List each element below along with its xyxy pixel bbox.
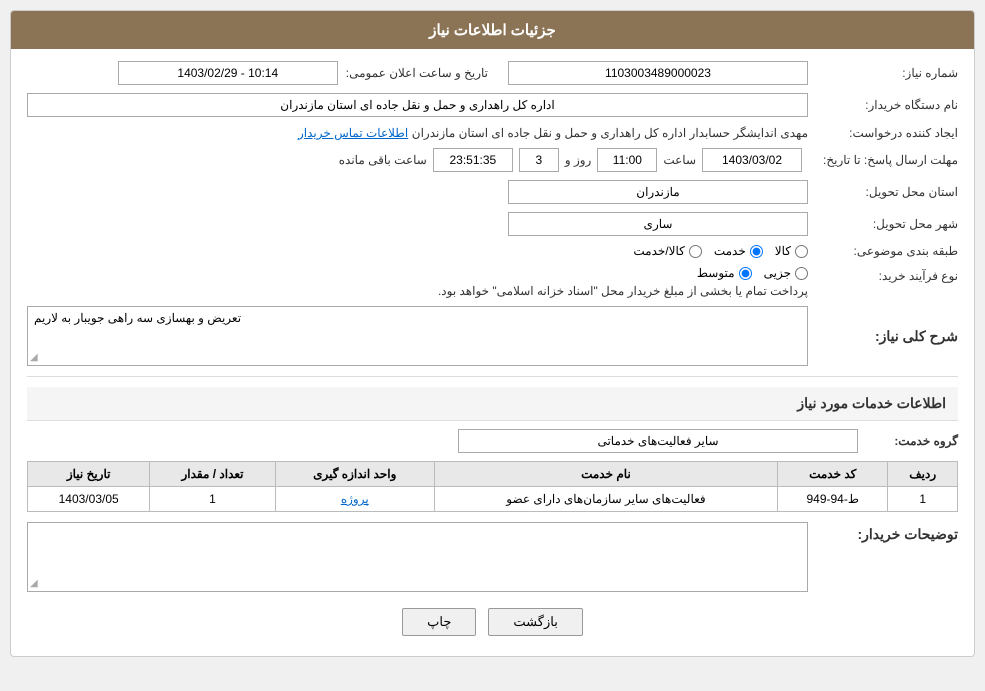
deadline-row: مهلت ارسال پاسخ: تا تاریخ: 1403/03/02 سا… — [27, 148, 958, 172]
card-body: شماره نیاز: 1103003489000023 تاریخ و ساع… — [11, 49, 974, 656]
card-header: جزئیات اطلاعات نیاز — [11, 11, 974, 49]
process-radio-motavasset[interactable]: متوسط — [697, 266, 752, 280]
deadline-days-label: روز و — [565, 153, 592, 167]
deadline-date: 1403/03/02 — [702, 148, 802, 172]
group-service-label: گروه خدمت: — [858, 434, 958, 448]
resize-handle-desc: ◢ — [30, 352, 38, 363]
col-qty: تعداد / مقدار — [150, 462, 275, 487]
cell-unit[interactable]: پروژه — [275, 487, 434, 512]
need-number-value: 1103003489000023 — [508, 61, 808, 85]
city-value: ساری — [508, 212, 808, 236]
need-desc-label: شرح کلی نیاز: — [808, 328, 958, 345]
services-divider — [27, 376, 958, 377]
page-title: جزئیات اطلاعات نیاز — [429, 22, 556, 39]
category-radio-kala-khedmat-input[interactable] — [689, 245, 702, 258]
table-row: 1 ط-94-949 فعالیت‌های سایر سازمان‌های دا… — [28, 487, 958, 512]
category-radio-group: کالا خدمت کالا/خدمت — [633, 244, 808, 258]
city-row: شهر محل تحویل: ساری — [27, 212, 958, 236]
page-wrapper: جزئیات اطلاعات نیاز شماره نیاز: 11030034… — [0, 0, 985, 691]
process-label: نوع فرآیند خرید: — [808, 266, 958, 283]
col-unit: واحد اندازه گیری — [275, 462, 434, 487]
main-card: جزئیات اطلاعات نیاز شماره نیاز: 11030034… — [10, 10, 975, 657]
process-note: پرداخت تمام یا بخشی از مبلغ خریدار محل "… — [27, 284, 808, 298]
process-content: جزیی متوسط پرداخت تمام یا بخشی از مبلغ خ… — [27, 266, 808, 298]
table-header: ردیف کد خدمت نام خدمت واحد اندازه گیری ت… — [28, 462, 958, 487]
category-radio-khedmat-input[interactable] — [750, 245, 763, 258]
city-label: شهر محل تحویل: — [808, 217, 958, 231]
deadline-label: مهلت ارسال پاسخ: تا تاریخ: — [808, 153, 958, 167]
process-radio-group: جزیی متوسط — [27, 266, 808, 280]
process-motavasset-label: متوسط — [697, 266, 735, 280]
col-date: تاریخ نیاز — [28, 462, 150, 487]
cell-code: ط-94-949 — [778, 487, 888, 512]
need-desc-box: تعریض و بهسازی سه راهی جویبار به لاریم ◢ — [27, 306, 808, 366]
buyer-org-label: نام دستگاه خریدار: — [808, 98, 958, 112]
resize-handle-notes: ◢ — [30, 578, 38, 589]
need-number-label: شماره نیاز: — [808, 66, 958, 80]
col-name: نام خدمت — [434, 462, 777, 487]
deadline-time: 11:00 — [597, 148, 657, 172]
process-jozi-label: جزیی — [764, 266, 791, 280]
category-radio-khedmat[interactable]: خدمت — [714, 244, 763, 258]
services-section-title: اطلاعات خدمات مورد نیاز — [27, 387, 958, 421]
group-service-row: گروه خدمت: سایر فعالیت‌های خدماتی — [27, 429, 958, 453]
cell-qty: 1 — [150, 487, 275, 512]
col-row: ردیف — [888, 462, 958, 487]
back-button[interactable]: بازگشت — [488, 608, 582, 636]
buyer-org-value: اداره کل راهداری و حمل و نقل جاده ای است… — [27, 93, 808, 117]
category-label: طبقه بندی موضوعی: — [808, 244, 958, 258]
category-radio-kala-khedmat[interactable]: کالا/خدمت — [633, 244, 701, 258]
category-radio-kala[interactable]: کالا — [775, 244, 808, 258]
category-kala-khedmat-label: کالا/خدمت — [633, 244, 684, 258]
category-kala-label: کالا — [775, 244, 791, 258]
cell-row: 1 — [888, 487, 958, 512]
need-number-row: شماره نیاز: 1103003489000023 تاریخ و ساع… — [27, 61, 958, 85]
category-row: طبقه بندی موضوعی: کالا خدمت کالا/خدمت — [27, 244, 958, 258]
creator-name: مهدی اندایشگر حسابدار اداره کل راهداری و… — [412, 126, 808, 140]
deadline-remaining-label: ساعت باقی مانده — [339, 153, 427, 167]
process-radio-jozi-input[interactable] — [795, 267, 808, 280]
process-row: نوع فرآیند خرید: جزیی متوسط پرداخت تمام … — [27, 266, 958, 298]
services-table: ردیف کد خدمت نام خدمت واحد اندازه گیری ت… — [27, 461, 958, 512]
deadline-remaining: 23:51:35 — [433, 148, 513, 172]
col-code: کد خدمت — [778, 462, 888, 487]
need-desc-row: شرح کلی نیاز: تعریض و بهسازی سه راهی جوی… — [27, 306, 958, 366]
deadline-time-label: ساعت — [663, 153, 696, 167]
province-row: استان محل تحویل: مازندران — [27, 180, 958, 204]
table-body: 1 ط-94-949 فعالیت‌های سایر سازمان‌های دا… — [28, 487, 958, 512]
province-value: مازندران — [508, 180, 808, 204]
action-buttons: بازگشت چاپ — [27, 608, 958, 636]
announcement-label: تاریخ و ساعت اعلان عمومی: — [338, 66, 488, 80]
province-label: استان محل تحویل: — [808, 185, 958, 199]
creator-row: ایجاد کننده درخواست: مهدی اندایشگر حسابد… — [27, 125, 958, 140]
process-radio-jozi[interactable]: جزیی — [764, 266, 808, 280]
cell-name: فعالیت‌های سایر سازمان‌های دارای عضو — [434, 487, 777, 512]
category-radio-kala-input[interactable] — [795, 245, 808, 258]
need-desc-text: تعریض و بهسازی سه راهی جویبار به لاریم — [34, 311, 241, 325]
deadline-days: 3 — [519, 148, 559, 172]
announcement-value: 1403/02/29 - 10:14 — [118, 61, 338, 85]
process-radio-motavasset-input[interactable] — [739, 267, 752, 280]
creator-label: ایجاد کننده درخواست: — [808, 126, 958, 140]
buyer-notes-row: توضیحات خریدار: ◢ — [27, 522, 958, 592]
creator-contact-link[interactable]: اطلاعات تماس خریدار — [298, 126, 408, 140]
group-service-value: سایر فعالیت‌های خدماتی — [458, 429, 858, 453]
cell-date: 1403/03/05 — [28, 487, 150, 512]
category-khedmat-label: خدمت — [714, 244, 746, 258]
buyer-notes-label: توضیحات خریدار: — [808, 522, 958, 543]
print-button[interactable]: چاپ — [402, 608, 476, 636]
buyer-org-row: نام دستگاه خریدار: اداره کل راهداری و حم… — [27, 93, 958, 117]
buyer-notes-box: ◢ — [27, 522, 808, 592]
